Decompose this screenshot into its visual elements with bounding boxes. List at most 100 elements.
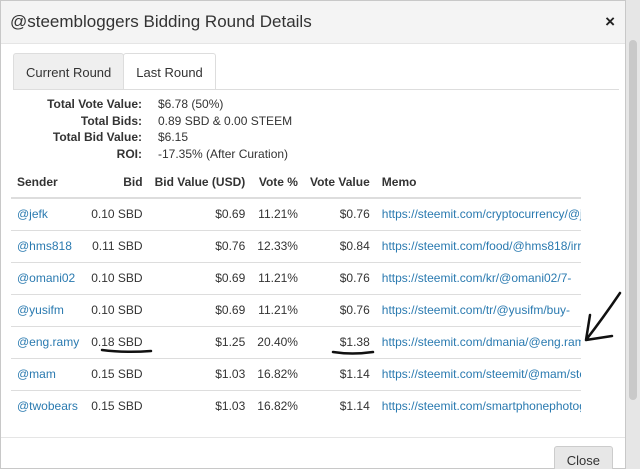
vote-pct-cell: 20.40% bbox=[257, 335, 298, 349]
vote-value-cell: $0.84 bbox=[339, 239, 370, 253]
table-cell: 16.82% bbox=[251, 389, 304, 422]
summary-value: -17.35% (After Curation) bbox=[158, 146, 289, 161]
table-cell: @hms818 bbox=[11, 229, 86, 262]
vote-value-cell: $1.14 bbox=[339, 367, 370, 381]
table-cell: @yusifm bbox=[11, 293, 86, 326]
summary-label: Total Bid Value: bbox=[52, 130, 142, 145]
summary-value: $6.15 bbox=[158, 130, 189, 145]
table-cell: $1.03 bbox=[148, 389, 252, 422]
table-header-row: Sender Bid Bid Value (USD) Vote % Vote V… bbox=[11, 167, 581, 199]
table-row: @jefk 0.10 SBD $0.69 11.21% $0.76 https://ste… bbox=[11, 197, 581, 230]
table-cell: 20.40% bbox=[251, 325, 304, 358]
vote-value-cell: $0.76 bbox=[339, 271, 370, 285]
table-cell: @eng.ramy bbox=[11, 325, 86, 358]
round-summary: Total Vote Value: $6.78 (50%) Total Bids… bbox=[13, 96, 292, 162]
bid-cell: 0.18 SBD bbox=[91, 335, 143, 349]
sender-link[interactable]: @twobears bbox=[17, 399, 78, 413]
bid-cell: 0.10 SBD bbox=[91, 271, 143, 285]
summary-row-total-bids: Total Bids: 0.89 SBD & 0.00 STEEM bbox=[13, 113, 292, 130]
bid-cell: 0.15 SBD bbox=[91, 399, 143, 414]
table-cell: @omani02 bbox=[11, 261, 86, 294]
modal-footer: Close bbox=[1, 437, 625, 469]
memo-link[interactable]: https://steemit.com/dmania/@eng.ramy/v bbox=[382, 335, 581, 349]
bid-value-cell: $0.69 bbox=[215, 207, 246, 222]
table-cell: $0.76 bbox=[148, 229, 252, 262]
vote-pct-cell: 11.21% bbox=[258, 271, 298, 285]
scrollbar-thumb[interactable] bbox=[629, 40, 637, 400]
table-row: @mam 0.15 SBD $1.03 16.82% $1.14 https://stee… bbox=[11, 357, 581, 390]
table-cell: 12.33% bbox=[251, 229, 304, 262]
close-button[interactable]: Close bbox=[553, 446, 613, 469]
table-cell: 0.15 SBD bbox=[85, 389, 149, 422]
summary-row-roi: ROI: -17.35% (After Curation) bbox=[13, 146, 292, 163]
column-header-vote-pct: Vote % bbox=[251, 167, 304, 199]
bids-table: Sender Bid Bid Value (USD) Vote % Vote V… bbox=[11, 167, 581, 422]
memo-link[interactable]: https://steemit.com/food/@hms818/irresis bbox=[382, 239, 581, 253]
vote-value-cell: $0.76 bbox=[339, 207, 370, 222]
sender-link[interactable]: @jefk bbox=[17, 207, 48, 221]
table-cell: https://steemit.com/smartphonephotogra bbox=[375, 389, 581, 422]
summary-label: ROI: bbox=[116, 146, 142, 161]
sender-link[interactable]: @omani02 bbox=[17, 271, 75, 285]
column-header-memo: Memo bbox=[375, 167, 581, 199]
vote-pct-cell: 16.82% bbox=[257, 399, 298, 414]
modal-title: @steembloggers Bidding Round Details bbox=[10, 12, 312, 31]
round-tabs: Current Round Last Round bbox=[13, 53, 216, 90]
table-cell: @jefk bbox=[11, 197, 86, 230]
memo-link[interactable]: https://steemit.com/smartphonephotogra bbox=[382, 399, 581, 413]
table-cell: $0.69 bbox=[148, 261, 252, 294]
table-cell: $0.76 bbox=[303, 261, 376, 294]
table-cell: $0.69 bbox=[148, 293, 252, 326]
table-row: @omani02 0.10 SBD $0.69 11.21% $0.76 https://… bbox=[11, 261, 581, 294]
table-cell: 0.18 SBD bbox=[85, 325, 149, 358]
tab-current-round[interactable]: Current Round bbox=[13, 53, 125, 90]
sender-link[interactable]: @yusifm bbox=[17, 303, 64, 317]
table-cell: 11.21% bbox=[251, 293, 304, 326]
vote-pct-cell: 11.21% bbox=[258, 207, 298, 222]
table-row: @hms818 0.11 SBD $0.76 12.33% $0.84 https://s… bbox=[11, 229, 581, 262]
table-cell: 0.10 SBD bbox=[85, 261, 149, 294]
column-header-bid: Bid bbox=[85, 167, 149, 199]
column-header-sender: Sender bbox=[11, 167, 86, 199]
summary-value: $6.78 (50%) bbox=[158, 97, 224, 112]
memo-link[interactable]: https://steemit.com/tr/@yusifm/buy- bbox=[382, 303, 581, 317]
table-cell: 16.82% bbox=[251, 357, 304, 390]
table-row: @twobears 0.15 SBD $1.03 16.82% $1.14 https:/… bbox=[11, 389, 581, 422]
vote-value-cell: $1.14 bbox=[339, 399, 370, 414]
summary-label: Total Vote Value: bbox=[47, 97, 142, 112]
vote-pct-cell: 12.33% bbox=[257, 239, 298, 253]
table-cell: https://steemit.com/kr/@omani02/7- bbox=[375, 261, 581, 294]
table-row: @eng.ramy 0.18 SBD $1.25 20.40% $1.38 https:/… bbox=[11, 325, 581, 358]
memo-link[interactable]: https://steemit.com/kr/@omani02/7- bbox=[382, 271, 581, 285]
table-cell: 0.10 SBD bbox=[85, 197, 149, 230]
table-cell: $1.25 bbox=[148, 325, 252, 358]
close-icon[interactable]: × bbox=[605, 12, 615, 32]
bid-cell: 0.10 SBD bbox=[91, 303, 143, 317]
memo-link[interactable]: https://steemit.com/cryptocurrency/@jefk bbox=[382, 207, 581, 221]
summary-row-total-bid-value: Total Bid Value: $6.15 bbox=[13, 129, 292, 146]
table-cell: https://steemit.com/dmania/@eng.ramy/v bbox=[375, 325, 581, 358]
tab-divider bbox=[13, 89, 619, 90]
table-cell: @mam bbox=[11, 357, 86, 390]
column-header-bid-value: Bid Value (USD) bbox=[148, 167, 252, 199]
tab-last-round[interactable]: Last Round bbox=[123, 53, 216, 90]
sender-link[interactable]: @hms818 bbox=[17, 239, 72, 253]
bid-cell: 0.15 SBD bbox=[91, 367, 143, 381]
vote-pct-cell: 16.82% bbox=[257, 367, 298, 381]
bid-value-cell: $1.25 bbox=[215, 335, 246, 349]
table-cell: 11.21% bbox=[251, 197, 304, 230]
sender-link[interactable]: @eng.ramy bbox=[17, 335, 79, 349]
table-cell: $1.14 bbox=[303, 389, 376, 422]
table-cell: $1.14 bbox=[303, 357, 376, 390]
memo-link[interactable]: https://steemit.com/steemit/@mam/steem bbox=[382, 367, 581, 381]
modal-header: @steembloggers Bidding Round Details × bbox=[1, 1, 625, 44]
table-cell: https://steemit.com/cryptocurrency/@jefk bbox=[375, 197, 581, 230]
table-cell: 11.21% bbox=[251, 261, 304, 294]
bid-value-cell: $1.03 bbox=[215, 399, 246, 414]
sender-link[interactable]: @mam bbox=[17, 367, 56, 381]
table-cell: 0.11 SBD bbox=[85, 229, 149, 262]
summary-value: 0.89 SBD & 0.00 STEEM bbox=[158, 113, 293, 128]
table-row: @yusifm 0.10 SBD $0.69 11.21% $0.76 https://s… bbox=[11, 293, 581, 326]
bids-table-body: @jefk 0.10 SBD $0.69 11.21% $0.76 https://ste… bbox=[11, 197, 581, 422]
bid-cell: 0.10 SBD bbox=[91, 207, 143, 222]
